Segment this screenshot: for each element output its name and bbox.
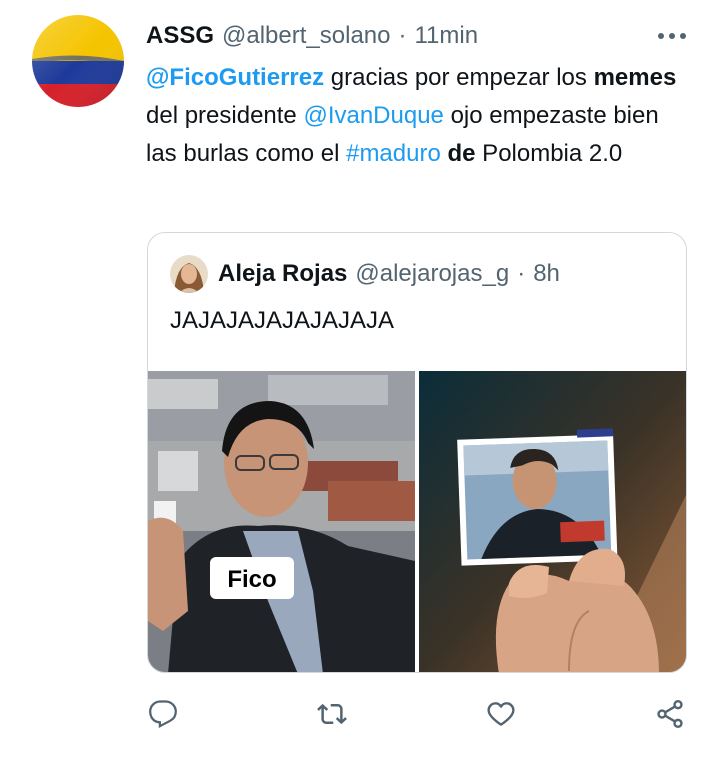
more-button[interactable] bbox=[652, 24, 692, 48]
tweet-text: @FicoGutierrez gracias por empezar los m… bbox=[146, 59, 686, 173]
share-button[interactable] bbox=[650, 694, 690, 734]
meme-image-left[interactable]: Fico bbox=[148, 371, 415, 672]
meme-photo-man-holding-card: Fico bbox=[148, 371, 415, 672]
reply-button[interactable] bbox=[143, 694, 183, 734]
quoted-avatar-image bbox=[170, 255, 208, 293]
mention-link[interactable]: @IvanDuque bbox=[303, 102, 443, 129]
retweet-button[interactable] bbox=[312, 694, 352, 734]
quoted-tweet[interactable]: Aleja Rojas @alejarojas_g · 8h JAJAJAJAJ… bbox=[147, 232, 687, 673]
quoted-author-handle[interactable]: @alejarojas_g bbox=[355, 260, 509, 288]
quoted-author-name[interactable]: Aleja Rojas bbox=[218, 260, 347, 288]
text-segment: Polombia 2.0 bbox=[475, 140, 623, 167]
quoted-text: JAJAJAJAJAJAJAJA bbox=[170, 307, 395, 334]
author-name[interactable]: ASSG bbox=[146, 22, 214, 50]
separator-dot: · bbox=[398, 22, 407, 49]
quoted-time[interactable]: 8h bbox=[533, 260, 560, 288]
retweet-icon bbox=[317, 703, 347, 725]
quoted-avatar[interactable] bbox=[170, 255, 208, 293]
more-icon bbox=[658, 33, 686, 39]
author-handle[interactable]: @albert_solano bbox=[222, 22, 390, 50]
tweet-header: ASSG @albert_solano · 11min bbox=[146, 20, 478, 52]
mention-link[interactable]: @FicoGutierrez bbox=[146, 64, 324, 91]
text-segment: gracias por empezar los bbox=[324, 64, 594, 91]
meme-caption-label: Fico bbox=[227, 566, 276, 593]
bold-text: memes bbox=[593, 64, 677, 91]
tweet-time[interactable]: 11min bbox=[414, 22, 478, 50]
like-icon bbox=[487, 702, 515, 726]
bold-text: de bbox=[447, 140, 476, 167]
text-segment: del presidente bbox=[146, 102, 304, 129]
separator-dot: · bbox=[517, 260, 526, 287]
author-avatar[interactable] bbox=[32, 15, 124, 107]
share-icon bbox=[657, 700, 683, 728]
flag-avatar-image bbox=[32, 15, 124, 107]
meme-image-right[interactable] bbox=[419, 371, 686, 672]
quoted-header: Aleja Rojas @alejarojas_g · 8h bbox=[170, 255, 560, 293]
reply-icon bbox=[149, 700, 177, 729]
text-segment bbox=[441, 140, 448, 167]
like-button[interactable] bbox=[481, 694, 521, 734]
tweet-actions bbox=[0, 694, 720, 734]
hashtag-link[interactable]: #maduro bbox=[346, 140, 441, 167]
meme-photo-hand-holding-photo bbox=[419, 371, 686, 672]
